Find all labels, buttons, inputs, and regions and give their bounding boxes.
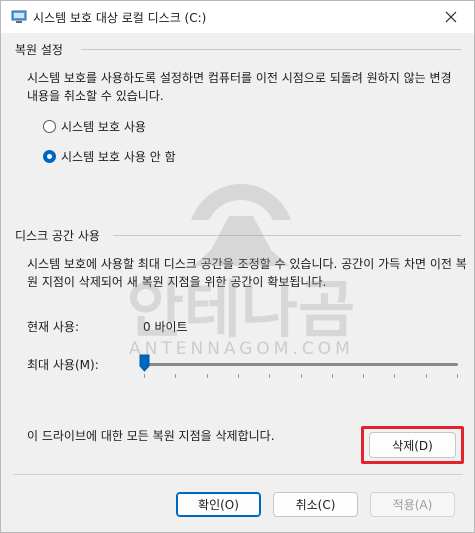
slider-tick — [332, 374, 333, 378]
radio-label-disable: 시스템 보호 사용 안 함 — [61, 150, 176, 164]
cancel-button[interactable]: 취소(C) — [273, 492, 358, 517]
restore-settings-title: 복원 설정 — [15, 43, 63, 57]
system-protection-dialog: 시스템 보호 대상 로컬 디스크 (C:) 복원 설정 시스템 보호를 사용하도… — [0, 0, 475, 533]
ok-button[interactable]: 확인(O) — [176, 492, 261, 517]
watermark-domain: ANTENNAGOM.COM — [129, 339, 354, 359]
slider-tick — [426, 374, 427, 378]
title-bar[interactable]: 시스템 보호 대상 로컬 디스크 (C:) — [1, 1, 474, 33]
computer-icon — [11, 10, 27, 23]
footer-divider — [13, 474, 463, 475]
disk-usage-title: 디스크 공간 사용 — [15, 229, 100, 243]
slider-tick — [457, 374, 458, 378]
delete-description: 이 드라이브에 대한 모든 복원 지점을 삭제합니다. — [27, 429, 275, 443]
slider-ticks — [144, 374, 458, 380]
slider-tick — [301, 374, 302, 378]
window-title: 시스템 보호 대상 로컬 디스크 (C:) — [33, 11, 207, 25]
slider-tick — [394, 374, 395, 378]
close-icon — [445, 11, 457, 23]
slider-tick — [144, 374, 145, 378]
delete-button[interactable]: 삭제(D) — [369, 432, 456, 458]
radio-button-unchecked[interactable] — [43, 120, 56, 133]
disk-usage-description: 시스템 보호에 사용할 최대 디스크 공간을 조정할 수 있습니다. 공간이 가… — [27, 257, 467, 289]
restore-settings-description: 시스템 보호를 사용하도록 설정하면 컴퓨터를 이전 시점으로 되돌려 원하지 … — [27, 71, 452, 103]
radio-disable-protection[interactable]: 시스템 보호 사용 안 함 — [43, 148, 176, 165]
apply-button[interactable]: 적용(A) — [370, 492, 455, 517]
disk-usage-divider — [113, 235, 461, 236]
radio-button-checked[interactable] — [43, 150, 56, 163]
current-usage-label: 현재 사용: — [27, 320, 80, 334]
restore-settings-divider — [81, 49, 461, 50]
slider-tick — [238, 374, 239, 378]
slider-tick — [175, 374, 176, 378]
radio-label-enable: 시스템 보호 사용 — [61, 120, 146, 134]
radio-enable-protection[interactable]: 시스템 보호 사용 — [43, 118, 146, 135]
slider-tick — [207, 374, 208, 378]
current-usage-value: 0 바이트 — [143, 320, 188, 334]
close-button[interactable] — [428, 1, 474, 33]
max-usage-slider-track[interactable] — [142, 363, 458, 366]
slider-tick — [269, 374, 270, 378]
slider-tick — [363, 374, 364, 378]
max-usage-label: 최대 사용(M): — [27, 358, 99, 372]
